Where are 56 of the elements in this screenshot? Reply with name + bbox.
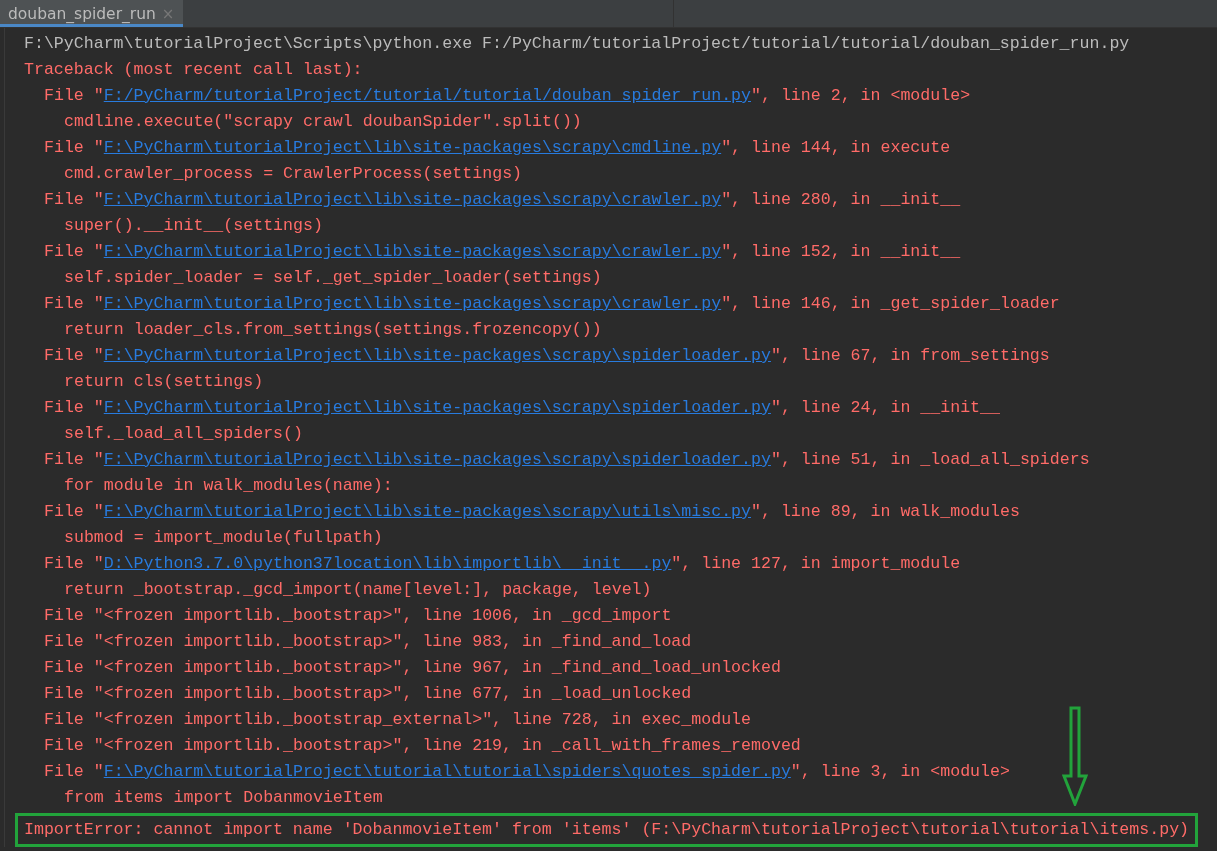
source-code-line: from items import DobanmovieItem <box>63 787 383 809</box>
traceback-frame-location: ", line 127, in import_module <box>671 553 961 575</box>
close-tab-button[interactable]: × <box>161 4 175 23</box>
traceback-frame-label: File " <box>44 137 104 159</box>
traceback-frame-location: ", line 51, in _load_all_spiders <box>770 449 1090 471</box>
traceback-frame-line: File "<frozen importlib._bootstrap>", line 219, in _call_with_frames_removed <box>43 735 801 757</box>
traceback-frame-location: ", line 89, in walk_modules <box>751 501 1020 523</box>
traceback-frame-location: ", line 144, in execute <box>721 137 951 159</box>
source-code-line: submod = import_module(fullpath) <box>63 527 383 549</box>
highlighted-error-message: ImportError: cannot import name 'DobanmovieItem' from 'items' (F:\PyCharm\tutorialProject\tutorial\tutorial\items.py) <box>15 813 1199 847</box>
file-path-link[interactable]: F:\PyCharm\tutorialProject\lib\site-packages\scrapy\cmdline.py <box>103 135 722 161</box>
command-line: F:\PyCharm\tutorialProject\Scripts\python.exe F:/PyCharm/tutorialProject/tutorial/tutorial/douban_spider_run.py <box>24 33 1130 55</box>
source-code-line: cmdline.execute("scrapy crawl doubanSpider".split()) <box>63 111 582 133</box>
file-path-link[interactable]: D:\Python3.7.0\python37location\lib\importlib\__init__.py <box>103 551 672 577</box>
file-path-link[interactable]: F:\PyCharm\tutorialProject\lib\site-packages\scrapy\spiderloader.py <box>103 395 771 421</box>
source-code-line: return loader_cls.from_settings(settings.frozencopy()) <box>63 319 602 341</box>
source-code-line: super().__init__(settings) <box>63 215 323 237</box>
file-path-link[interactable]: F:/PyCharm/tutorialProject/tutorial/tutorial/douban_spider_run.py <box>103 83 751 109</box>
traceback-header: Traceback (most recent call last): <box>24 59 363 81</box>
file-path-link[interactable]: F:\PyCharm\tutorialProject\lib\site-packages\scrapy\spiderloader.py <box>103 447 771 473</box>
traceback-frame-label: File " <box>44 241 104 263</box>
traceback-frame-location: ", line 152, in __init__ <box>721 241 961 263</box>
traceback-frame-location: ", line 3, in <module> <box>790 761 1010 783</box>
traceback-frame-label: File " <box>44 293 104 315</box>
editor-tab[interactable]: douban_spider_run × <box>0 0 183 27</box>
source-code-line: return cls(settings) <box>63 371 264 393</box>
file-path-link[interactable]: F:\PyCharm\tutorialProject\lib\site-packages\scrapy\crawler.py <box>103 291 722 317</box>
source-code-line: cmd.crawler_process = CrawlerProcess(settings) <box>63 163 523 185</box>
tab-title: douban_spider_run <box>8 4 156 23</box>
traceback-frame-label: File " <box>44 345 104 367</box>
source-code-line: return _bootstrap._gcd_import(name[level:], package, level) <box>63 579 652 601</box>
traceback-frame-line: File "<frozen importlib._bootstrap>", line 983, in _find_and_load <box>43 631 692 653</box>
traceback-frame-line: File "<frozen importlib._bootstrap_external>", line 728, in exec_module <box>43 709 751 731</box>
source-code-line: self.spider_loader = self._get_spider_loader(settings) <box>63 267 602 289</box>
traceback-frame-location: ", line 146, in _get_spider_loader <box>721 293 1060 315</box>
traceback-frame-line: File "<frozen importlib._bootstrap>", line 967, in _find_and_load_unlocked <box>43 657 781 679</box>
file-path-link[interactable]: F:\PyCharm\tutorialProject\tutorial\tutorial\spiders\quotes_spider.py <box>103 759 791 785</box>
traceback-frame-label: File " <box>44 761 104 783</box>
traceback-frame-label: File " <box>44 449 104 471</box>
file-path-link[interactable]: F:\PyCharm\tutorialProject\lib\site-packages\scrapy\crawler.py <box>103 187 722 213</box>
traceback-frame-line: File "<frozen importlib._bootstrap>", line 1006, in _gcd_import <box>43 605 672 627</box>
source-code-line: for module in walk_modules(name): <box>63 475 393 497</box>
traceback-frame-location: ", line 2, in <module> <box>751 85 971 107</box>
file-path-link[interactable]: F:\PyCharm\tutorialProject\lib\site-packages\scrapy\spiderloader.py <box>103 343 771 369</box>
traceback-frame-label: File " <box>44 397 104 419</box>
traceback-frame-location: ", line 24, in __init__ <box>770 397 1000 419</box>
traceback-frame-location: ", line 280, in __init__ <box>721 189 961 211</box>
source-code-line: self._load_all_spiders() <box>63 423 303 445</box>
traceback-frame-label: File " <box>44 501 104 523</box>
traceback-frame-label: File " <box>44 553 104 575</box>
traceback-frame-line: File "<frozen importlib._bootstrap>", line 677, in _load_unlocked <box>43 683 692 705</box>
traceback-frame-location: ", line 67, in from_settings <box>770 345 1050 367</box>
traceback-frame-label: File " <box>44 85 104 107</box>
traceback-frame-label: File " <box>44 189 104 211</box>
file-path-link[interactable]: F:\PyCharm\tutorialProject\lib\site-packages\scrapy\utils\misc.py <box>103 499 751 525</box>
file-path-link[interactable]: F:\PyCharm\tutorialProject\lib\site-packages\scrapy\crawler.py <box>103 239 722 265</box>
